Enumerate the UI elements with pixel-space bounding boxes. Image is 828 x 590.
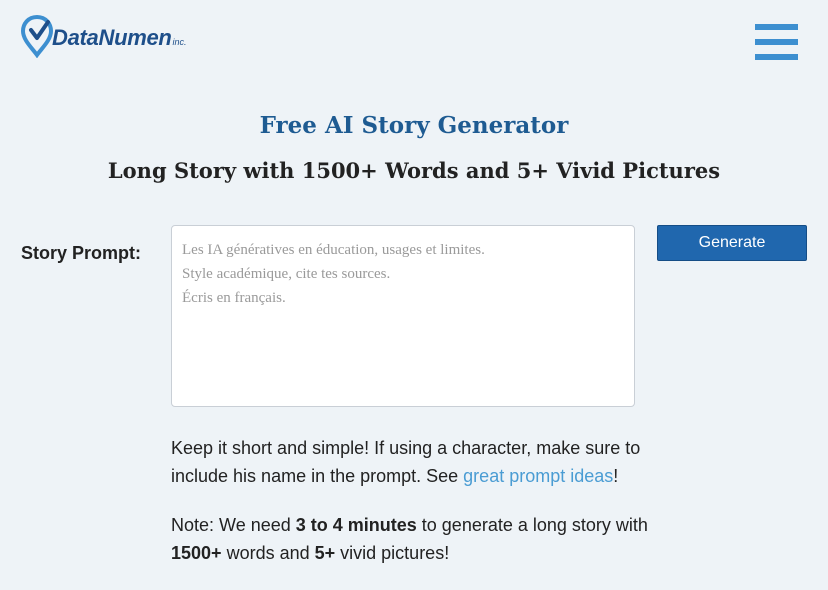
menu-bar [755,54,798,60]
page-title: Free AI Story Generator [259,112,569,139]
prompt-hint: Keep it short and simple! If using a cha… [171,434,671,490]
datanumen-logo-mark-icon [20,14,54,58]
note-middle: to generate a long story with [416,515,648,535]
story-prompt-input[interactable] [171,225,635,407]
note-duration: 3 to 4 minutes [295,515,417,535]
note-prefix: Note: We need [171,515,296,535]
menu-bar [755,24,798,30]
datanumen-logo[interactable]: DataNumen inc. [20,14,187,58]
page-subtitle: Long Story with 1500+ Words and 5+ Vivid… [107,158,721,183]
note-middle2: words and [221,543,315,563]
generation-note: Note: We need 3 to 4 minutes to generate… [171,511,691,567]
hint-suffix: ! [613,466,619,486]
note-pictures: 5+ [314,543,336,563]
note-words: 1500+ [171,543,222,563]
hamburger-menu-icon[interactable] [755,24,798,60]
story-prompt-label: Story Prompt: [21,243,142,263]
menu-bar [755,39,798,45]
prompt-ideas-link[interactable]: great prompt ideas [463,466,613,486]
note-suffix: vivid pictures! [335,543,450,563]
logo-suffix: inc. [172,37,187,47]
generate-button[interactable]: Generate [657,225,807,261]
logo-text: DataNumen [52,25,172,50]
